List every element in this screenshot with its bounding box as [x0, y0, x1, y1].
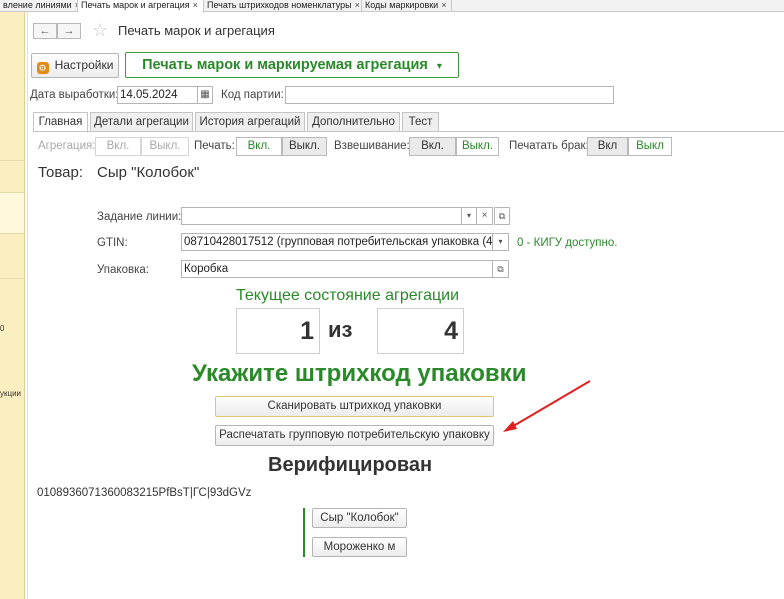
production-date-field[interactable]: 14.05.2024 [117, 86, 198, 104]
tab-aggregation-history[interactable]: История агрегаций [195, 112, 305, 132]
item-button[interactable]: Сыр "Колобок" [312, 508, 407, 528]
print-defect-on-button[interactable]: Вкл [587, 137, 628, 156]
annotation-arrow-icon [503, 380, 591, 432]
tab-main[interactable]: Главная [33, 112, 88, 133]
weighing-on-button[interactable]: Вкл. [409, 137, 456, 156]
back-button[interactable]: ← [33, 23, 57, 39]
sidebar-item-label[interactable]: 0 [0, 324, 4, 333]
sidebar-item-label[interactable]: укции [0, 389, 21, 398]
package-field[interactable]: Коробка [181, 260, 493, 278]
aggregation-on-button[interactable]: Вкл. [95, 137, 141, 156]
tab-divider [33, 131, 784, 132]
marking-code-value: 0108936071360083215PfBsT|ГС|93dGVz [37, 487, 252, 499]
settings-label: Настройки [54, 58, 114, 72]
tab-test[interactable]: Тест [402, 112, 439, 132]
aggregation-toggle-label: Агрегация: [38, 140, 96, 152]
close-icon[interactable]: × [355, 0, 360, 10]
line-task-field[interactable] [181, 207, 462, 225]
arrow-left-icon: ← [39, 25, 51, 37]
kigu-status: 0 - КИГУ доступно. [517, 237, 618, 249]
item-button[interactable]: Мороженко м [312, 537, 407, 557]
content-divider [27, 12, 28, 599]
close-icon[interactable]: × [193, 0, 198, 10]
sidebar: 0 укции [0, 12, 25, 599]
group-divider [303, 508, 305, 557]
scan-prompt: Укажите штрихкод упаковки [192, 360, 527, 387]
product-name: Сыр "Колобок" [97, 164, 200, 181]
window-tab-print-aggregation[interactable]: Печать марок и агрегация × [78, 0, 204, 13]
batch-code-label: Код партии: [221, 89, 284, 101]
weighing-off-button[interactable]: Выкл. [456, 137, 499, 156]
arrow-right-icon: → [63, 25, 75, 37]
window-tab-label: Печать штрихкодов номенклатуры [207, 0, 352, 10]
sidebar-item-selected[interactable] [0, 192, 24, 234]
close-icon[interactable]: × [441, 0, 446, 10]
aggregation-current-count: 1 [236, 308, 320, 354]
chevron-down-icon: ▾ [436, 61, 442, 72]
aggregation-state-title: Текущее состояние агрегации [236, 287, 460, 304]
window-tab-line-management[interactable]: вление линиями× [0, 0, 78, 12]
aggregation-total-count: 4 [377, 308, 464, 354]
window-tab-label: Коды маркировки [365, 0, 439, 10]
window-tab-marking-codes[interactable]: Коды маркировки × [362, 0, 452, 12]
chevron-down-icon[interactable]: ▾ [493, 233, 509, 251]
aggregation-separator: из [328, 317, 353, 342]
print-aggregation-menu-button[interactable]: Печать марок и маркируемая агрегация ▾ [125, 52, 459, 78]
settings-button[interactable]: ⚙ Настройки [31, 53, 119, 78]
print-defect-label: Печатать брак: [509, 140, 589, 152]
sidebar-divider [0, 278, 24, 279]
page-title: Печать марок и агрегация [118, 23, 275, 38]
printing-toggle-label: Печать: [194, 140, 235, 152]
open-icon[interactable]: ⧉ [494, 207, 510, 225]
product-label: Товар: [38, 164, 83, 181]
gtin-label: GTIN: [97, 237, 128, 249]
verification-status: Верифицирован [268, 454, 433, 476]
settings-icon: ⚙ [36, 62, 49, 74]
print-defect-off-button[interactable]: Выкл [628, 137, 672, 156]
print-group-package-button[interactable]: Распечатать групповую потребительскую уп… [215, 425, 494, 446]
package-label: Упаковка: [97, 264, 149, 276]
printing-on-button[interactable]: Вкл. [236, 137, 282, 156]
scan-package-barcode-button[interactable]: Сканировать штрихкод упаковки [215, 396, 494, 417]
calendar-icon[interactable]: ▦ [198, 86, 213, 104]
line-task-label: Задание линии: [97, 211, 182, 223]
clear-icon[interactable]: × [477, 207, 493, 225]
window-tab-print-barcodes[interactable]: Печать штрихкодов номенклатуры × [204, 0, 362, 12]
aggregation-off-button[interactable]: Выкл. [141, 137, 189, 156]
printing-off-button[interactable]: Выкл. [282, 137, 327, 156]
forward-button[interactable]: → [57, 23, 81, 39]
sidebar-divider [0, 160, 24, 161]
gtin-field[interactable]: 08710428017512 (групповая потребительска… [181, 233, 493, 251]
main-button-label: Печать марок и маркируемая агрегация [142, 57, 428, 73]
tab-aggregation-details[interactable]: Детали агрегации [90, 112, 193, 132]
window-tab-label: вление линиями [3, 0, 72, 10]
chevron-down-icon[interactable]: ▾ [462, 207, 477, 225]
window-tab-label: Печать марок и агрегация [81, 0, 190, 10]
open-icon[interactable]: ⧉ [493, 260, 509, 278]
batch-code-field[interactable] [285, 86, 614, 104]
window-tab-bar: вление линиями× Печать марок и агрегация… [0, 0, 784, 13]
production-date-label: Дата выработки: [30, 89, 119, 101]
tab-additional[interactable]: Дополнительно [307, 112, 400, 132]
star-icon[interactable]: ☆ [92, 20, 108, 40]
weighing-toggle-label: Взвешивание: [334, 140, 410, 152]
